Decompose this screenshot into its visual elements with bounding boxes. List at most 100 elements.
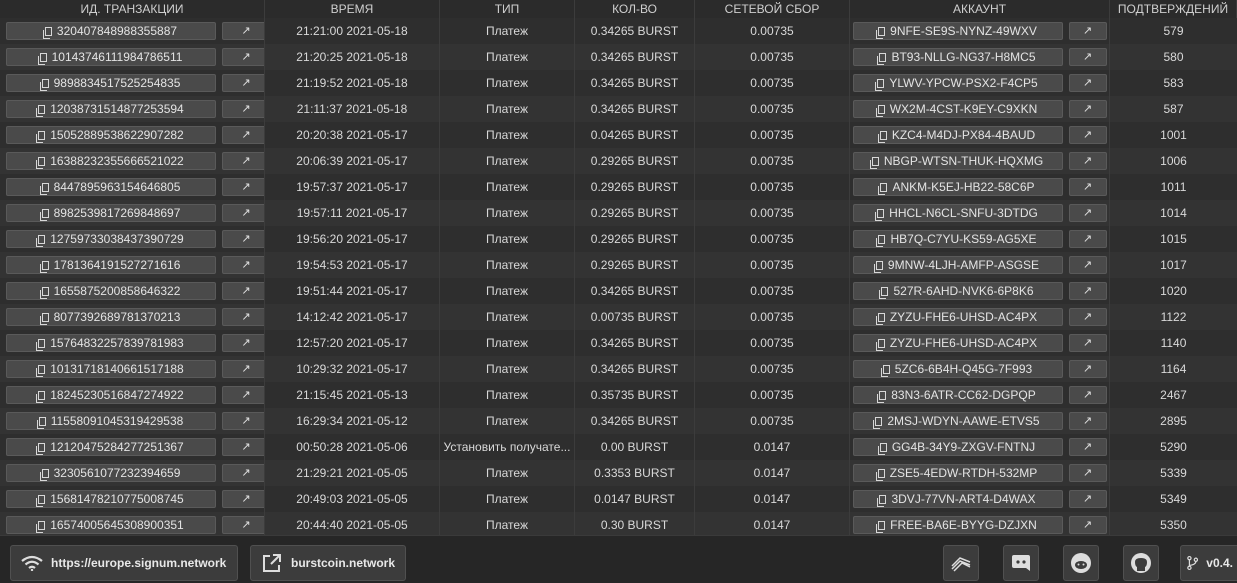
- external-link-icon: ↗: [1082, 181, 1093, 193]
- account-link-button[interactable]: ↗: [1068, 412, 1107, 430]
- cell-confirmations: 2895: [1160, 414, 1187, 428]
- account-link-button[interactable]: ↗: [1068, 308, 1107, 326]
- transaction-link-button[interactable]: ↗: [222, 126, 264, 144]
- account-copy-button[interactable]: 83N3-6ATR-CC62-DGPQP: [852, 386, 1063, 404]
- cell-account: NBGP-WTSN-THUK-HQXMG ↗: [850, 148, 1110, 174]
- cell-time: 21:21:00 2021-05-18: [265, 18, 440, 44]
- transaction-id-copy-button[interactable]: 3230561077232394659: [6, 464, 216, 482]
- external-link-icon: ↗: [241, 493, 251, 505]
- signum-logo-button[interactable]: [943, 545, 979, 581]
- account-copy-button[interactable]: HHCL-N6CL-SNFU-3DTDG: [852, 204, 1063, 222]
- transaction-link-button[interactable]: ↗: [222, 48, 264, 66]
- account-link-button[interactable]: ↗: [1068, 256, 1107, 274]
- github-button[interactable]: [1123, 545, 1159, 581]
- transaction-id-copy-button[interactable]: 12120475284277251367: [6, 438, 216, 456]
- table-row: 1655875200858646322 ↗ 19:51:44 2021-05-1…: [0, 278, 1237, 304]
- transaction-id-copy-button[interactable]: 12759733038437390729: [6, 230, 216, 248]
- transaction-id-copy-button[interactable]: 10143746111984786511: [6, 48, 216, 66]
- transaction-link-button[interactable]: ↗: [222, 22, 264, 40]
- account-link-button[interactable]: ↗: [1068, 386, 1107, 404]
- transaction-link-button[interactable]: ↗: [222, 412, 264, 430]
- transaction-link-button[interactable]: ↗: [222, 308, 264, 326]
- account-link-button[interactable]: ↗: [1068, 100, 1107, 118]
- cell-time: 14:12:42 2021-05-17: [265, 304, 440, 330]
- transaction-id-copy-button[interactable]: 15764832257839781983: [6, 334, 216, 352]
- transaction-id-copy-button[interactable]: 1781364191527271616: [6, 256, 216, 274]
- transaction-id-copy-button[interactable]: 15681478210775008745: [6, 490, 216, 508]
- account-copy-button[interactable]: 527R-6AHD-NVK6-6P8K6: [852, 282, 1063, 300]
- transaction-id-copy-button[interactable]: 11558091045319429538: [6, 412, 216, 430]
- account-link-button[interactable]: ↗: [1068, 464, 1107, 482]
- account-copy-button[interactable]: HB7Q-C7YU-KS59-AG5XE: [852, 230, 1063, 248]
- account-link-button[interactable]: ↗: [1068, 490, 1107, 508]
- transaction-link-button[interactable]: ↗: [222, 74, 264, 92]
- transaction-link-button[interactable]: ↗: [222, 386, 264, 404]
- transaction-id-copy-button[interactable]: 320407848988355887: [6, 22, 216, 40]
- transaction-link-button[interactable]: ↗: [222, 490, 264, 508]
- transaction-id-copy-button[interactable]: 12038731514877253594: [6, 100, 216, 118]
- account-copy-button[interactable]: KZC4-M4DJ-PX84-4BAUD: [852, 126, 1063, 144]
- transaction-link-button[interactable]: ↗: [222, 334, 264, 352]
- account-link-button[interactable]: ↗: [1068, 126, 1107, 144]
- account-link-button[interactable]: ↗: [1068, 74, 1107, 92]
- transaction-id-copy-button[interactable]: 8077392689781370213: [6, 308, 216, 326]
- transaction-link-button[interactable]: ↗: [222, 230, 264, 248]
- node-button[interactable]: https://europe.signum.network: [10, 545, 238, 581]
- transaction-link-button[interactable]: ↗: [222, 464, 264, 482]
- account-copy-button[interactable]: ZSE5-4EDW-RTDH-532MP: [852, 464, 1063, 482]
- account-copy-button[interactable]: WX2M-4CST-K9EY-C9XKN: [852, 100, 1063, 118]
- account-copy-button[interactable]: 9NFE-SE9S-NYNZ-49WXV: [852, 22, 1063, 40]
- account-copy-button[interactable]: YLWV-YPCW-PSX2-F4CP5: [852, 74, 1063, 92]
- transaction-id-copy-button[interactable]: 16388232355666521022: [6, 152, 216, 170]
- transaction-id-copy-button[interactable]: 18245230516847274922: [6, 386, 216, 404]
- account-copy-button[interactable]: ZYZU-FHE6-UHSD-AC4PX: [852, 334, 1063, 352]
- discord-button[interactable]: [1003, 545, 1039, 581]
- transaction-link-button[interactable]: ↗: [222, 256, 264, 274]
- cell-amount: 0.34265 BURST: [575, 70, 695, 96]
- transaction-id-copy-button[interactable]: 10131718140661517188: [6, 360, 216, 378]
- account-link-button[interactable]: ↗: [1068, 178, 1107, 196]
- transaction-id-copy-button[interactable]: 1655875200858646322: [6, 282, 216, 300]
- account-copy-button[interactable]: GG4B-34Y9-ZXGV-FNTNJ: [852, 438, 1063, 456]
- account-link-button[interactable]: ↗: [1068, 230, 1107, 248]
- cell-confirmations: 2467: [1160, 388, 1187, 402]
- account-copy-button[interactable]: 9MNW-4LJH-AMFP-ASGSE: [852, 256, 1063, 274]
- transaction-link-button[interactable]: ↗: [222, 152, 264, 170]
- header-account: АККАУНТ: [850, 0, 1110, 18]
- account-copy-button[interactable]: NBGP-WTSN-THUK-HQXMG: [852, 152, 1063, 170]
- account-copy-button[interactable]: 3DVJ-77VN-ART4-D4WAX: [852, 490, 1063, 508]
- account-link-button[interactable]: ↗: [1068, 360, 1107, 378]
- transaction-link-button[interactable]: ↗: [222, 178, 264, 196]
- transaction-id-copy-button[interactable]: 8982539817269848697: [6, 204, 216, 222]
- account-link-button[interactable]: ↗: [1068, 282, 1107, 300]
- transaction-link-button[interactable]: ↗: [222, 516, 264, 534]
- cell-time: 21:19:52 2021-05-18: [265, 70, 440, 96]
- transaction-id-copy-button[interactable]: 9898834517525254835: [6, 74, 216, 92]
- account-link-button[interactable]: ↗: [1068, 438, 1107, 456]
- account-link-button[interactable]: ↗: [1068, 516, 1107, 534]
- account-copy-button[interactable]: ANKM-K5EJ-HB22-58C6P: [852, 178, 1063, 196]
- transaction-id-copy-button[interactable]: 16574005645308900351: [6, 516, 216, 534]
- account-copy-button[interactable]: 5ZC6-6B4H-Q45G-7F993: [852, 360, 1063, 378]
- account-link-button[interactable]: ↗: [1068, 152, 1107, 170]
- transaction-link-button[interactable]: ↗: [222, 204, 264, 222]
- transaction-link-button[interactable]: ↗: [222, 282, 264, 300]
- transaction-id-copy-button[interactable]: 15052889538622907282: [6, 126, 216, 144]
- transaction-id-copy-button[interactable]: 8447895963154646805: [6, 178, 216, 196]
- version-button[interactable]: v0.4.: [1180, 545, 1237, 581]
- account-copy-button[interactable]: 2MSJ-WDYN-AAWE-ETVS5: [852, 412, 1063, 430]
- header-fee: СЕТЕВОЙ СБОР: [695, 0, 850, 18]
- account-link-button[interactable]: ↗: [1068, 204, 1107, 222]
- transaction-link-button[interactable]: ↗: [222, 438, 264, 456]
- site-button[interactable]: burstcoin.network: [250, 545, 406, 581]
- account-link-button[interactable]: ↗: [1068, 334, 1107, 352]
- account-copy-button[interactable]: ZYZU-FHE6-UHSD-AC4PX: [852, 308, 1063, 326]
- account-link-button[interactable]: ↗: [1068, 48, 1107, 66]
- transaction-link-button[interactable]: ↗: [222, 100, 264, 118]
- reddit-button[interactable]: [1063, 545, 1099, 581]
- cell-id: 8447895963154646805 ↗: [0, 174, 265, 200]
- transaction-link-button[interactable]: ↗: [222, 360, 264, 378]
- account-copy-button[interactable]: BT93-NLLG-NG37-H8MC5: [852, 48, 1063, 66]
- account-link-button[interactable]: ↗: [1068, 22, 1107, 40]
- account-copy-button[interactable]: FREE-BA6E-BYYG-DZJXN: [852, 516, 1063, 534]
